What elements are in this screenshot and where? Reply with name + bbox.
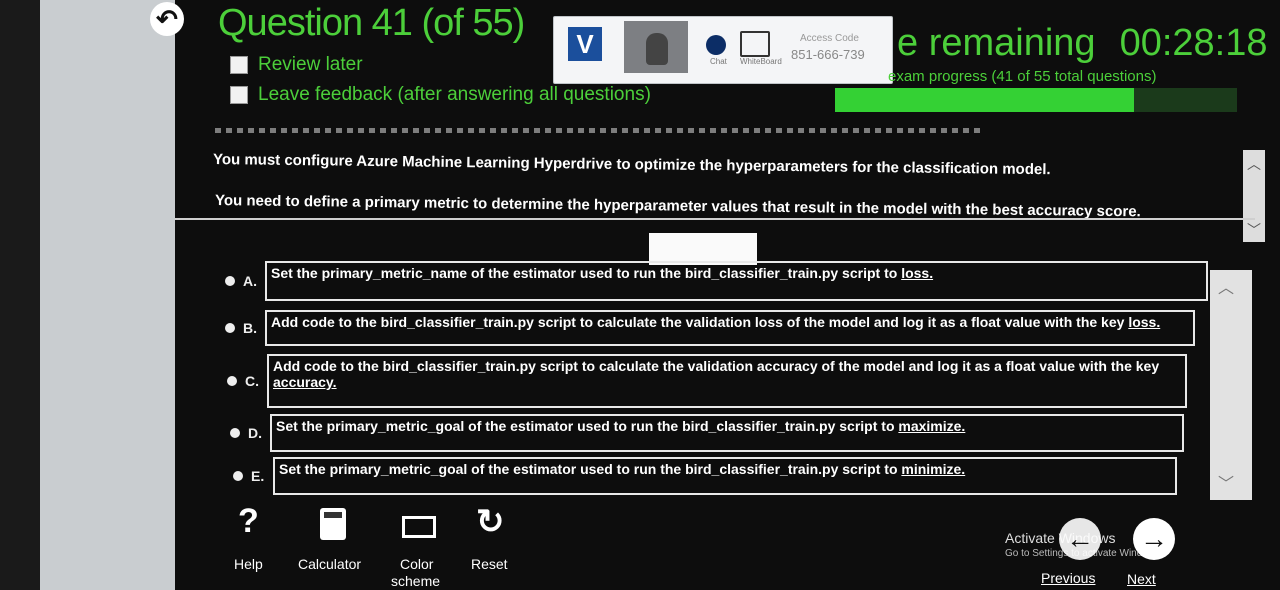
- option-letter: B.: [243, 320, 257, 336]
- reset-label[interactable]: Reset: [471, 556, 508, 572]
- leave-feedback-label: Leave feedback (after answering all ques…: [258, 84, 651, 105]
- reset-icon[interactable]: ↻: [476, 502, 505, 542]
- chevron-up-icon[interactable]: ︿: [1243, 154, 1265, 174]
- progress-bar: [835, 88, 1237, 112]
- help-icon[interactable]: ?: [238, 502, 259, 541]
- answer-option-e[interactable]: E. Set the primary_metric_goal of the es…: [233, 457, 1177, 495]
- webcam-preview: [624, 21, 688, 73]
- answer-option-d[interactable]: D. Set the primary_metric_goal of the es…: [230, 414, 1184, 452]
- next-arrow-icon[interactable]: →: [1133, 518, 1175, 560]
- time-remaining-value: 00:28:18: [1119, 22, 1268, 64]
- option-text: Add code to the bird_classifier_train.py…: [273, 358, 1160, 374]
- radio-icon[interactable]: [230, 428, 240, 438]
- app-logo[interactable]: V: [568, 27, 602, 61]
- radio-icon[interactable]: [225, 276, 235, 286]
- next-button[interactable]: Next: [1127, 571, 1156, 587]
- progress-fill: [835, 88, 1135, 112]
- option-emphasis: accuracy.: [273, 374, 337, 390]
- review-later-label: Review later: [258, 54, 363, 75]
- radio-icon[interactable]: [233, 471, 243, 481]
- option-text-box[interactable]: Set the primary_metric_name of the estim…: [265, 261, 1208, 301]
- time-remaining-label: e remaining: [897, 22, 1096, 64]
- whiteboard-label: WhiteBoard: [740, 57, 782, 66]
- answer-option-c[interactable]: C. Add code to the bird_classifier_train…: [227, 354, 1187, 408]
- review-later-checkbox[interactable]: Review later: [230, 54, 363, 76]
- time-remaining: e remaining 00:28:18: [897, 22, 1267, 65]
- chat-label: Chat: [710, 57, 727, 66]
- option-text: Set the primary_metric_name of the estim…: [271, 265, 902, 281]
- option-text: Set the primary_metric_goal of the estim…: [279, 461, 902, 477]
- option-letter: C.: [245, 373, 259, 389]
- option-text-box[interactable]: Set the primary_metric_goal of the estim…: [273, 457, 1177, 495]
- option-text-box[interactable]: Add code to the bird_classifier_train.py…: [265, 310, 1195, 346]
- question-title: Question 41 (of 55): [218, 2, 525, 44]
- remote-session-toolbar: V Chat WhiteBoard Access Code 851-666-73…: [553, 16, 893, 84]
- calculator-label[interactable]: Calculator: [298, 556, 361, 572]
- option-emphasis: minimize.: [901, 461, 966, 477]
- calculator-display: [324, 512, 342, 518]
- access-code-label: Access Code: [800, 33, 859, 44]
- calculator-icon[interactable]: [320, 508, 346, 540]
- option-text-box[interactable]: Set the primary_metric_goal of the estim…: [270, 414, 1184, 452]
- progress-label: exam progress (41 of 55 total questions): [888, 68, 1157, 85]
- divider: [175, 218, 1255, 220]
- option-text-box[interactable]: Add code to the bird_classifier_train.py…: [267, 354, 1187, 408]
- option-text: Set the primary_metric_goal of the estim…: [276, 418, 899, 434]
- previous-arrow-icon[interactable]: ←: [1059, 518, 1101, 560]
- option-emphasis: maximize.: [898, 418, 966, 434]
- monitor-bezel: [0, 0, 40, 590]
- chevron-down-icon[interactable]: ﹀: [1218, 470, 1234, 494]
- radio-icon[interactable]: [225, 323, 235, 333]
- side-panel: [40, 0, 175, 590]
- checkbox-icon[interactable]: [230, 56, 248, 74]
- checkbox-icon[interactable]: [230, 86, 248, 104]
- option-letter: D.: [248, 425, 262, 441]
- answer-option-b[interactable]: B. Add code to the bird_classifier_train…: [225, 310, 1195, 346]
- person-silhouette: [646, 33, 668, 65]
- access-code-value: 851-666-739: [791, 47, 865, 62]
- option-letter: A.: [243, 273, 257, 289]
- options-scrollbar[interactable]: ︿ ﹀: [1210, 270, 1252, 500]
- chevron-up-icon[interactable]: ︿: [1218, 274, 1234, 298]
- radio-icon[interactable]: [227, 376, 237, 386]
- color-scheme-label-2[interactable]: scheme: [391, 573, 440, 589]
- chat-icon[interactable]: [706, 35, 726, 55]
- help-label[interactable]: Help: [234, 556, 263, 572]
- back-icon[interactable]: ↶: [150, 2, 184, 36]
- chevron-down-icon[interactable]: ﹀: [1243, 220, 1265, 240]
- option-text: Add code to the bird_classifier_train.py…: [271, 314, 1129, 330]
- option-letter: E.: [251, 468, 265, 484]
- scrolled-text-fragment: [215, 128, 985, 133]
- leave-feedback-checkbox[interactable]: Leave feedback (after answering all ques…: [230, 84, 651, 106]
- color-scheme-label-1[interactable]: Color: [400, 556, 433, 572]
- option-emphasis: loss.: [1128, 314, 1161, 330]
- question-scrollbar[interactable]: ︿ ﹀: [1243, 150, 1265, 242]
- whiteboard-icon[interactable]: [740, 31, 770, 57]
- color-scheme-icon[interactable]: [402, 516, 436, 538]
- previous-button[interactable]: Previous: [1041, 570, 1095, 586]
- answer-option-a[interactable]: A. Set the primary_metric_name of the es…: [225, 261, 1208, 301]
- option-emphasis: loss.: [901, 265, 934, 281]
